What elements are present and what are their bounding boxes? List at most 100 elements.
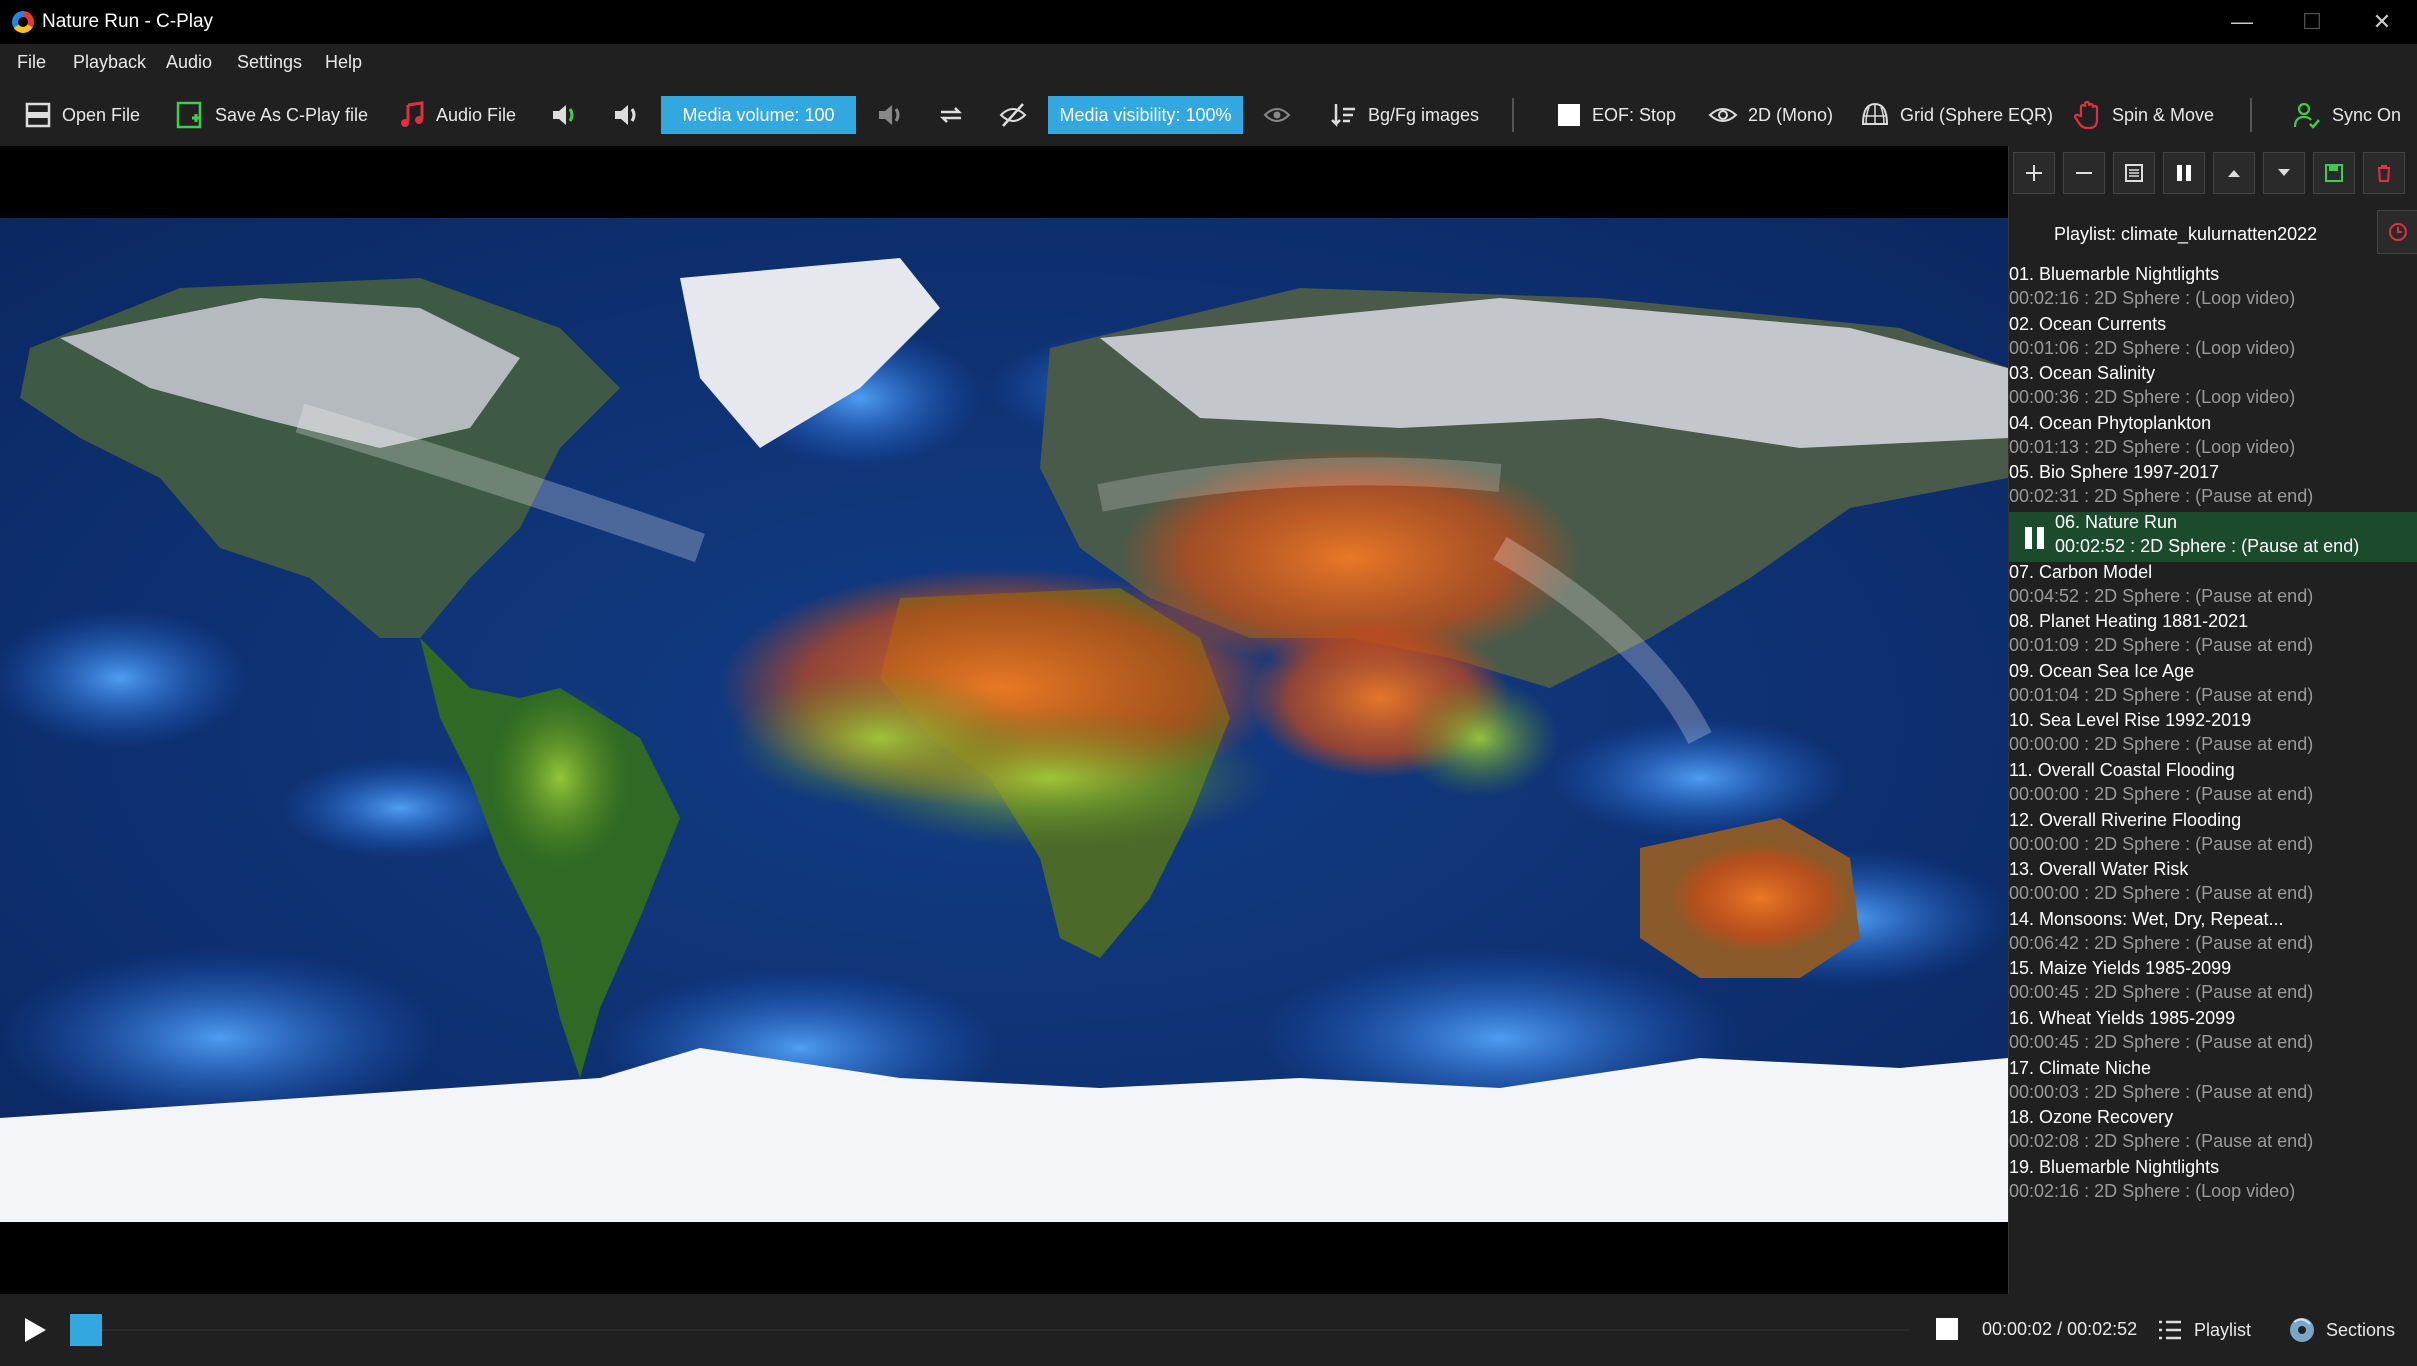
playlist-item[interactable]: 10. Sea Level Rise 1992-2019 00:00:00 : 2… [2009,710,2417,760]
playback-bar: 00:00:02 / 00:02:52 Playlist Sections [0,1294,2417,1366]
media-visibility-display[interactable]: Media visibility: 100% [1048,96,1243,134]
spin-move-label: Spin & Move [2112,104,2215,125]
edit-item-button[interactable] [2113,152,2155,194]
triangle-down-icon [2278,169,2290,176]
playlist-item-title: 09. Ocean Sea Ice Age [2009,660,2195,681]
sections-toggle-button[interactable]: Sections [2288,1316,2395,1344]
save-icon [176,101,202,129]
add-item-button[interactable] [2013,152,2055,194]
playlist-item-meta: 00:01:04 : 2D Sphere : (Pause at end) [2009,684,2314,705]
playlist-item-title: 17. Climate Niche [2009,1057,2152,1078]
playlist-item-meta: 00:02:16 : 2D Sphere : (Loop video) [2009,1180,2296,1201]
maximize-button[interactable]: ☐ [2277,0,2347,44]
playlist-toggle-button[interactable]: Playlist [2156,1316,2251,1344]
eof-mode-button[interactable]: EOF: Stop [1556,100,1676,130]
seek-bar[interactable] [70,1329,1910,1331]
pause-icon [2025,527,2044,549]
minimize-button[interactable]: — [2207,0,2277,44]
hand-icon [2074,100,2099,130]
volume-up-button[interactable] [875,100,905,130]
save-playlist-button[interactable] [2313,152,2355,194]
playlist-item[interactable]: 08. Planet Heating 1881-2021 00:01:09 : 2… [2009,611,2417,661]
view-mode-label: 2D (Mono) [1748,104,1834,125]
speaker-green-icon [553,105,574,125]
floppy-icon [2325,164,2343,182]
playlist-item-active[interactable]: 06. Nature Run 00:02:52 : 2D Sphere : (Pa… [2009,512,2417,562]
playlist-options-button[interactable] [2377,210,2417,254]
play-icon [25,1318,46,1342]
video-viewport[interactable] [0,146,2008,1294]
sync-label: Sync On [2332,104,2402,125]
loop-button[interactable] [936,100,966,130]
playlist-item-title: 07. Carbon Model [2009,561,2153,582]
eye-icon [1263,108,1291,122]
play-button[interactable] [22,1316,48,1349]
bg-fg-images-label: Bg/Fg images [1368,104,1480,125]
playlist-item-meta: 00:00:00 : 2D Sphere : (Pause at end) [2009,734,2314,755]
view-mode-button[interactable]: 2D (Mono) [1708,100,1833,130]
visibility-off-button[interactable] [998,100,1028,130]
grid-mode-label: Grid (Sphere EQR) [1900,104,2054,125]
eye-slash-icon [999,103,1027,127]
menu-settings[interactable]: Settings [237,52,302,73]
playlist-item[interactable]: 04. Ocean Phytoplankton 00:01:13 : 2D Sph… [2009,413,2417,463]
repeat-icon [939,107,963,123]
playlist-item-title: 18. Ozone Recovery [2009,1107,2174,1128]
menu-file[interactable]: File [17,52,46,73]
media-volume-label: Media volume: 100 [682,104,835,125]
volume-mute-button[interactable] [549,100,579,130]
playlist-item[interactable]: 12. Overall Riverine Flooding 00:00:00 : … [2009,810,2417,860]
menu-help[interactable]: Help [325,52,362,73]
stop-square-icon [1558,104,1580,126]
menu-audio[interactable]: Audio [166,52,212,73]
spin-move-button[interactable]: Spin & Move [2074,100,2214,130]
clock-red-icon [2388,223,2407,241]
audio-file-button[interactable]: Audio File [398,100,516,130]
save-as-button[interactable]: Save As C-Play file [175,100,368,130]
move-up-button[interactable] [2213,152,2255,194]
playlist-item[interactable]: 07. Carbon Model 00:04:52 : 2D Sphere : (… [2009,562,2417,612]
user-sync-icon [2293,102,2320,129]
film-icon [25,102,51,128]
stop-button[interactable] [1936,1318,1958,1345]
playlist-item[interactable]: 17. Climate Niche 00:00:03 : 2D Sphere : … [2009,1058,2417,1108]
volume-down-button[interactable] [611,100,641,130]
grid-mode-button[interactable]: Grid (Sphere EQR) [1860,100,2053,130]
window-title: Nature Run - C-Play [42,11,214,32]
playlist-item[interactable]: 09. Ocean Sea Ice Age 00:01:04 : 2D Spher… [2009,661,2417,711]
visibility-on-button[interactable] [1262,100,1292,130]
playlist-item-title: 05. Bio Sphere 1997-2017 [2009,462,2220,483]
sync-button[interactable]: Sync On [2292,100,2401,130]
playlist-item[interactable]: 13. Overall Water Risk 00:00:00 : 2D Sphe… [2009,859,2417,909]
playlist-item[interactable]: 05. Bio Sphere 1997-2017 00:02:31 : 2D Sp… [2009,462,2417,512]
playlist-item[interactable]: 18. Ozone Recovery 00:02:08 : 2D Sphere :… [2009,1107,2417,1157]
playlist-item-meta: 00:02:52 : 2D Sphere : (Pause at end) [2055,536,2360,556]
playlist-item[interactable]: 16. Wheat Yields 1985-2099 00:00:45 : 2D … [2009,1008,2417,1058]
open-file-button[interactable]: Open File [24,100,140,130]
playlist-item[interactable]: 19. Bluemarble Nightlights 00:02:16 : 2D … [2009,1157,2417,1207]
minus-icon [2076,172,2092,174]
remove-item-button[interactable] [2063,152,2105,194]
playlist-item[interactable]: 11. Overall Coastal Flooding 00:00:00 : 2… [2009,760,2417,810]
playlist-item-meta: 00:02:31 : 2D Sphere : (Pause at end) [2009,486,2314,507]
delete-playlist-button[interactable] [2363,152,2405,194]
close-button[interactable]: ✕ [2347,0,2417,44]
playlist-item-meta: 00:00:00 : 2D Sphere : (Pause at end) [2009,833,2314,854]
world-map-image [0,218,2008,1222]
playlist-item[interactable]: 03. Ocean Salinity 00:00:36 : 2D Sphere :… [2009,363,2417,413]
seek-handle[interactable] [70,1314,102,1346]
playlist-item-meta: 00:01:13 : 2D Sphere : (Loop video) [2009,436,2296,457]
playlist-item-meta: 00:01:09 : 2D Sphere : (Pause at end) [2009,635,2314,656]
bg-fg-images-button[interactable]: Bg/Fg images [1330,100,1479,130]
playlist-item[interactable]: 15. Maize Yields 1985-2099 00:00:45 : 2D … [2009,958,2417,1008]
toolbar-divider [2250,98,2252,132]
playlist-item[interactable]: 02. Ocean Currents 00:01:06 : 2D Sphere :… [2009,314,2417,364]
playlist-item[interactable]: 01. Bluemarble Nightlights 00:02:16 : 2D … [2009,264,2417,314]
move-down-button[interactable] [2263,152,2305,194]
playlist-item-title: 02. Ocean Currents [2009,313,2167,334]
playlist-item[interactable]: 14. Monsoons: Wet, Dry, Repeat... 00:06:4… [2009,909,2417,959]
menu-playback[interactable]: Playback [73,52,146,73]
media-volume-display[interactable]: Media volume: 100 [661,96,856,134]
playlist-item-meta: 00:00:45 : 2D Sphere : (Pause at end) [2009,1032,2314,1052]
pause-button[interactable] [2163,152,2205,194]
